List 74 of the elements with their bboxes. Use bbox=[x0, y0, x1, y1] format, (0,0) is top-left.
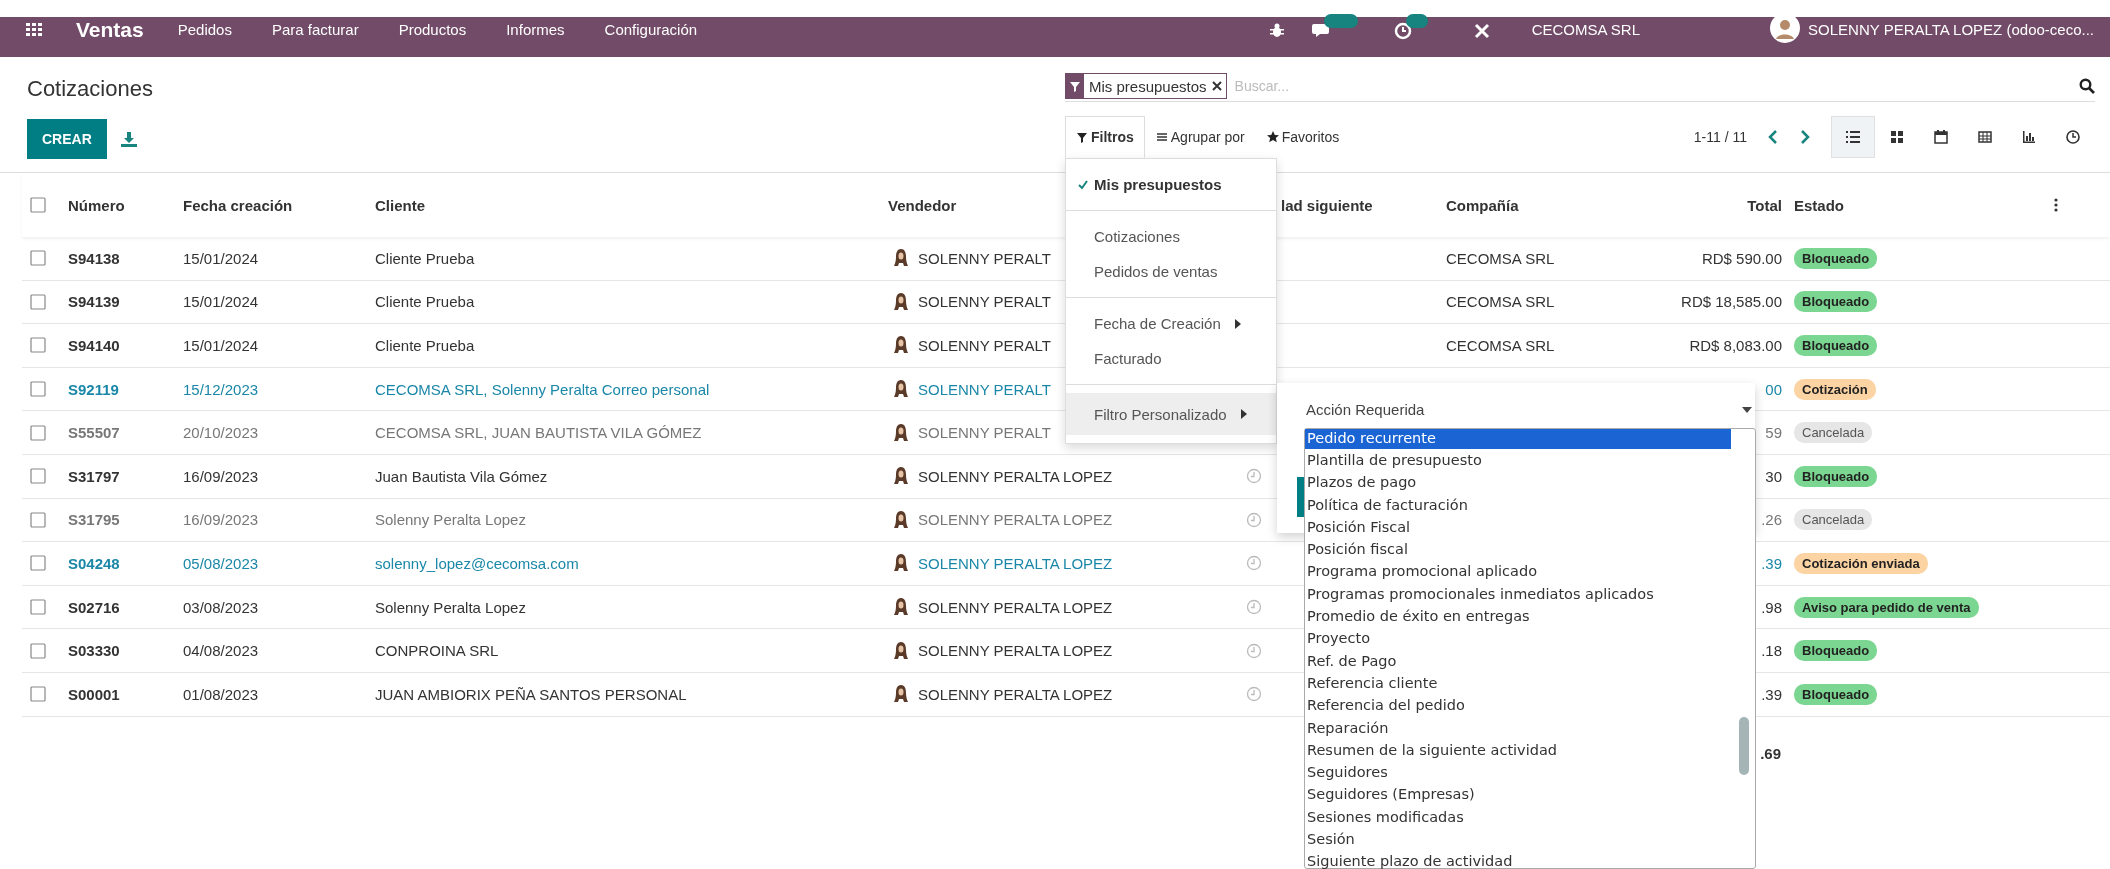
table-cell-text: RD$ 590.00 bbox=[1700, 249, 1782, 267]
table-cell: SOLENNY PERALT bbox=[918, 293, 1051, 311]
table-cell: CECOMSA SRL bbox=[1446, 293, 1555, 311]
table-cell: SOLENNY PERALTA LOPEZ bbox=[918, 467, 1113, 485]
pager-value: 1-11 / 11 bbox=[1693, 129, 1747, 145]
status-badge: Bloqueado bbox=[1794, 335, 1878, 356]
table-cell-text: 20/10/2023 bbox=[183, 424, 260, 442]
table-cell: SOLENNY PERALTA LOPEZ bbox=[918, 642, 1113, 660]
table-cell-text: S31797 bbox=[68, 467, 121, 485]
table-cell-text: S00001 bbox=[68, 685, 121, 703]
page-title: Cotizaciones bbox=[27, 75, 154, 103]
table-cell-text: Cliente Prueba bbox=[375, 337, 476, 354]
table-cell: CECOMSA SRL bbox=[1446, 249, 1555, 267]
table-cell: SOLENNY PERALT bbox=[918, 424, 1051, 442]
table-cell: SOLENNY PERALT bbox=[918, 249, 1051, 267]
sum-total: .69 bbox=[1759, 745, 1781, 763]
table-cell: SOLENNY PERALTA LOPEZ bbox=[918, 511, 1113, 529]
table-cell-text: RD$ 18,585.00 bbox=[1680, 293, 1782, 311]
status-badge: Bloqueado bbox=[1794, 683, 1878, 705]
table-cell: SOLENNY PERALTA LOPEZ bbox=[918, 685, 1113, 703]
table-cell-text: .26 bbox=[1760, 511, 1782, 529]
table-cell: SOLENNY PERALT bbox=[918, 380, 1051, 398]
table-cell-text: S55507 bbox=[68, 424, 121, 442]
table-cell-text: Juan Bautista Vila Gómez bbox=[375, 467, 549, 485]
table-cell-text: S03330 bbox=[68, 642, 121, 660]
table-cell-text: 01/08/2023 bbox=[183, 685, 260, 703]
table-cell-text: S94138 bbox=[68, 249, 121, 267]
table-cell-text: 15/01/2024 bbox=[183, 293, 260, 311]
table-cell-text: S94140 bbox=[68, 337, 121, 354]
status-badge: Bloqueado bbox=[1794, 291, 1878, 313]
table-cell-text: S04248 bbox=[68, 554, 121, 572]
table-cell-text: 03/08/2023 bbox=[183, 598, 260, 616]
table-cell-text: 05/08/2023 bbox=[183, 554, 260, 572]
table-cell-text: .18 bbox=[1760, 642, 1782, 660]
table-cell-text: S94139 bbox=[68, 293, 121, 311]
table-cell-text: Cliente Prueba bbox=[375, 293, 476, 311]
table-cell-text: 04/08/2023 bbox=[183, 642, 260, 660]
table-cell-text: 16/09/2023 bbox=[183, 511, 260, 529]
status-badge: Bloqueado bbox=[1794, 247, 1878, 269]
table-cell: SOLENNY PERALTA LOPEZ bbox=[918, 598, 1113, 616]
status-badge: Bloqueado bbox=[1794, 640, 1878, 662]
table-cell-text: 00 bbox=[1764, 380, 1782, 398]
table-cell-text: 59 bbox=[1764, 424, 1782, 442]
status-badge: Bloqueado bbox=[1794, 465, 1878, 487]
table-cell-text: Cliente Prueba bbox=[375, 249, 476, 267]
table-cell-text: S31795 bbox=[68, 511, 121, 529]
table-cell-text: CONPROINA SRL bbox=[375, 642, 500, 660]
table-cell-text: JUAN AMBIORIX PEÑA SANTOS PERSONAL bbox=[375, 685, 688, 703]
table-cell-text: S92119 bbox=[68, 380, 120, 398]
table-cell-text: .39 bbox=[1760, 685, 1782, 703]
table-cell-text: .98 bbox=[1760, 598, 1782, 616]
table-cell-text: CECOMSA SRL, JUAN BAUTISTA VILA GÓMEZ bbox=[375, 424, 703, 442]
app-name: Ventas bbox=[76, 19, 144, 41]
status-badge: Cotización enviada bbox=[1794, 552, 1928, 574]
table-cell-text: 15/01/2024 bbox=[183, 337, 260, 354]
table-cell-text: .39 bbox=[1760, 554, 1782, 572]
table-cell-text: Solenny Peralta Lopez bbox=[375, 598, 527, 616]
table-cell-text: RD$ 8,083.00 bbox=[1688, 337, 1782, 354]
table-cell-text: 15/12/2023 bbox=[183, 380, 260, 398]
table-cell-text: solenny_lopez@cecomsa.com bbox=[375, 554, 580, 572]
status-badge: Cancelada bbox=[1794, 422, 1873, 444]
table-cell-text: 15/01/2024 bbox=[183, 249, 260, 267]
table-cell: SOLENNY PERALT bbox=[918, 337, 1051, 354]
table-cell-text: CECOMSA SRL, Solenny Peralta Correo personal bbox=[375, 380, 711, 398]
table-cell-text: S02716 bbox=[68, 598, 121, 616]
status-badge: Aviso para pedido de venta bbox=[1794, 596, 1979, 618]
status-badge: Cancelada bbox=[1794, 509, 1873, 531]
table-cell: SOLENNY PERALTA LOPEZ bbox=[918, 554, 1113, 572]
status-badge: Cotización bbox=[1794, 378, 1876, 400]
table-cell-text: 30 bbox=[1764, 467, 1782, 485]
table-cell-text: 16/09/2023 bbox=[183, 467, 260, 485]
table-cell: CECOMSA SRL bbox=[1446, 337, 1555, 354]
table-cell-text: Solenny Peralta Lopez bbox=[375, 511, 527, 529]
facet-label: Mis presupuestos bbox=[1089, 77, 1207, 95]
